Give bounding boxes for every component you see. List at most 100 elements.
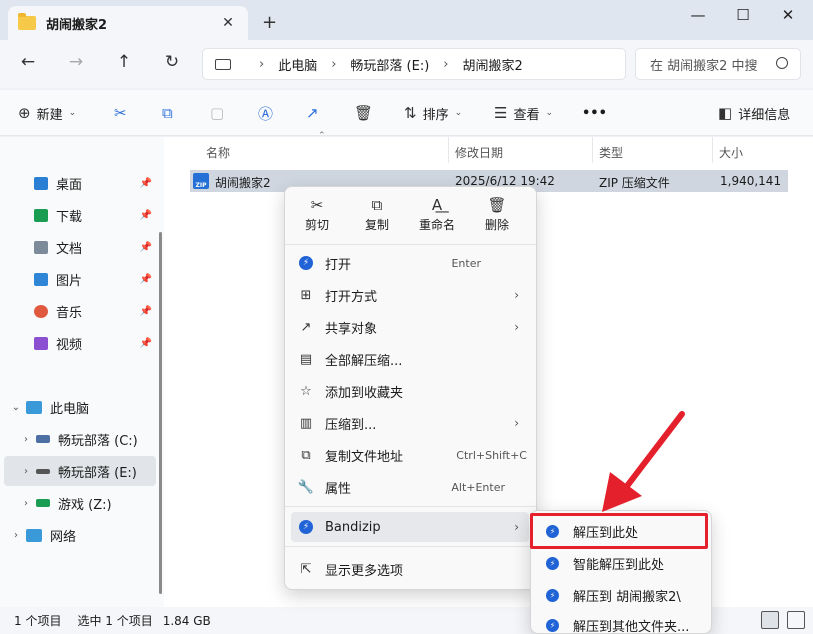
delete-action[interactable]: 🗑 删除 (471, 196, 523, 236)
close-window-button[interactable]: ✕ (765, 6, 811, 26)
delete-button[interactable]: 🗑 (354, 100, 379, 126)
view-button[interactable]: ☰ 查看 ⌄ (494, 100, 553, 126)
wrench-icon: 🔧 (297, 479, 315, 495)
sidebar-item-drive-e[interactable]: › 畅玩部落 (E:) (4, 456, 156, 486)
maximize-button[interactable]: ☐ (720, 6, 766, 26)
column-header-modified[interactable]: 修改日期 (455, 142, 503, 162)
breadcrumb-this-pc[interactable]: 此电脑 (278, 55, 317, 74)
sidebar-item-documents[interactable]: 文档 📌 (8, 232, 156, 262)
column-divider[interactable] (712, 137, 713, 163)
chevron-right-icon[interactable]: › (18, 434, 34, 445)
column-divider[interactable] (592, 137, 593, 163)
menu-item-copy-path[interactable]: ⧉ 复制文件地址 Ctrl+Shift+C (291, 440, 529, 470)
bandizip-icon: ⚡ (546, 556, 559, 570)
rename-button[interactable]: Ⓐ (258, 100, 279, 126)
status-selected: 选中 1 个项目 (77, 614, 153, 628)
copy-path-icon: ⧉ (301, 447, 311, 463)
submenu-item-label: 智能解压到此处 (573, 557, 665, 573)
picture-icon (34, 272, 48, 286)
rename-action[interactable]: A͟ 重命名 (411, 196, 463, 236)
column-divider[interactable] (448, 137, 449, 163)
menu-item-label: 全部解压缩... (325, 353, 403, 369)
share-button[interactable]: ↗ (306, 100, 325, 126)
chevron-right-icon[interactable]: › (8, 530, 24, 541)
tiles-view-button[interactable] (787, 611, 805, 629)
forward-button[interactable]: → (62, 52, 90, 76)
tab-close-button[interactable]: ✕ (218, 15, 238, 31)
drive-icon (36, 435, 50, 443)
chevron-down-icon: ⌄ (545, 108, 554, 118)
paste-button[interactable]: ▢ (210, 100, 230, 126)
back-button[interactable]: ← (14, 52, 42, 76)
submenu-item-extract-other[interactable]: ⚡ 解压到其他文件夹... (538, 611, 706, 634)
sidebar-scrollbar[interactable] (159, 232, 162, 594)
copy-button[interactable]: ⧉ (162, 100, 179, 126)
column-header-type[interactable]: 类型 (599, 142, 623, 162)
menu-item-label: 打开方式 (325, 289, 378, 305)
breadcrumb-drive-e[interactable]: 畅玩部落 (E:) (350, 55, 429, 74)
network-icon (26, 528, 42, 542)
up-button[interactable]: ↑ (110, 52, 138, 76)
menu-item-open-with[interactable]: ⊞ 打开方式 › (291, 280, 529, 310)
breadcrumb-folder[interactable]: 胡闹搬家2 (463, 55, 523, 74)
trash-icon: 🗑 (487, 196, 507, 214)
new-button[interactable]: ⊕ 新建 ⌄ (18, 100, 76, 126)
sidebar-item-desktop[interactable]: 桌面 📌 (8, 168, 156, 198)
menu-item-properties[interactable]: 🔧 属性 Alt+Enter (291, 472, 529, 502)
scissors-icon: ✂ (310, 196, 324, 214)
refresh-button[interactable]: ↻ (158, 52, 186, 76)
sort-button[interactable]: ⇅ 排序 ⌄ (404, 100, 462, 126)
music-icon (34, 304, 48, 318)
menu-item-share[interactable]: ↗ 共享对象 › (291, 312, 529, 342)
column-header-size[interactable]: 大小 (719, 142, 743, 162)
menu-item-shortcut: Ctrl+Shift+C (456, 448, 527, 462)
more-button[interactable]: ••• (582, 100, 607, 126)
sidebar-item-downloads[interactable]: 下载 📌 (8, 200, 156, 230)
sidebar-item-pictures[interactable]: 图片 📌 (8, 264, 156, 294)
copy-action-label: 复制 (364, 218, 389, 232)
menu-item-label: Bandizip (325, 519, 381, 535)
search-box[interactable]: 在 胡闹搬家2 中搜 (635, 48, 801, 80)
sidebar-item-this-pc[interactable]: ⌄ 此电脑 (8, 392, 156, 422)
file-name[interactable]: 胡闹搬家2 (215, 174, 271, 191)
pin-icon: 📌 (139, 337, 152, 349)
sidebar-item-videos[interactable]: 视频 📌 (8, 328, 156, 358)
copy-action[interactable]: ⧉ 复制 (351, 196, 403, 236)
star-icon: ☆ (300, 383, 312, 399)
computer-icon (215, 58, 231, 70)
breadcrumb-separator: › (443, 56, 449, 72)
pin-icon: 📌 (139, 209, 152, 221)
sidebar-item-label: 音乐 (56, 305, 83, 321)
show-more-icon: ⇱ (300, 561, 312, 577)
column-header-name[interactable]: 名称 (206, 142, 230, 162)
pin-icon: 📌 (139, 177, 152, 189)
chevron-right-icon[interactable]: › (18, 498, 34, 509)
desktop-icon (34, 176, 48, 190)
new-tab-button[interactable]: + (262, 12, 277, 33)
cut-button[interactable]: ✂ (114, 100, 133, 126)
sidebar-item-drive-c[interactable]: › 畅玩部落 (C:) (8, 424, 156, 454)
sidebar-item-network[interactable]: › 网络 (8, 520, 156, 550)
menu-item-label: 复制文件地址 (325, 449, 404, 465)
menu-item-extract-all[interactable]: ▤ 全部解压缩... (291, 344, 529, 374)
minimize-button[interactable]: — (675, 6, 721, 26)
menu-item-compress-to[interactable]: ▥ 压缩到... › (291, 408, 529, 438)
search-icon (776, 57, 788, 69)
sidebar-item-music[interactable]: 音乐 📌 (8, 296, 156, 326)
details-button[interactable]: ◧ 详细信息 (718, 100, 790, 126)
chevron-right-icon[interactable]: › (18, 466, 34, 477)
menu-item-open[interactable]: ⚡ 打开 Enter (291, 248, 529, 278)
submenu-item-extract-to-folder[interactable]: ⚡ 解压到 胡闹搬家2\ (538, 581, 706, 609)
menu-item-add-favorites[interactable]: ☆ 添加到收藏夹 (291, 376, 529, 406)
chevron-down-icon[interactable]: ⌄ (8, 402, 24, 413)
sidebar-item-drive-z[interactable]: › 游戏 (Z:) (8, 488, 156, 518)
menu-item-bandizip[interactable]: ⚡ Bandizip › (291, 512, 529, 542)
details-view-button[interactable] (761, 611, 779, 629)
menu-item-show-more[interactable]: ⇱ 显示更多选项 (291, 554, 529, 584)
address-bar[interactable]: › 此电脑 › 畅玩部落 (E:) › 胡闹搬家2 (202, 48, 626, 80)
tab-active[interactable]: 胡闹搬家2 ✕ (8, 6, 248, 40)
red-arrow-icon (602, 411, 685, 512)
submenu-item-smart-extract[interactable]: ⚡ 智能解压到此处 (538, 549, 706, 577)
cut-action[interactable]: ✂ 剪切 (291, 196, 343, 236)
delete-action-label: 删除 (484, 218, 509, 232)
